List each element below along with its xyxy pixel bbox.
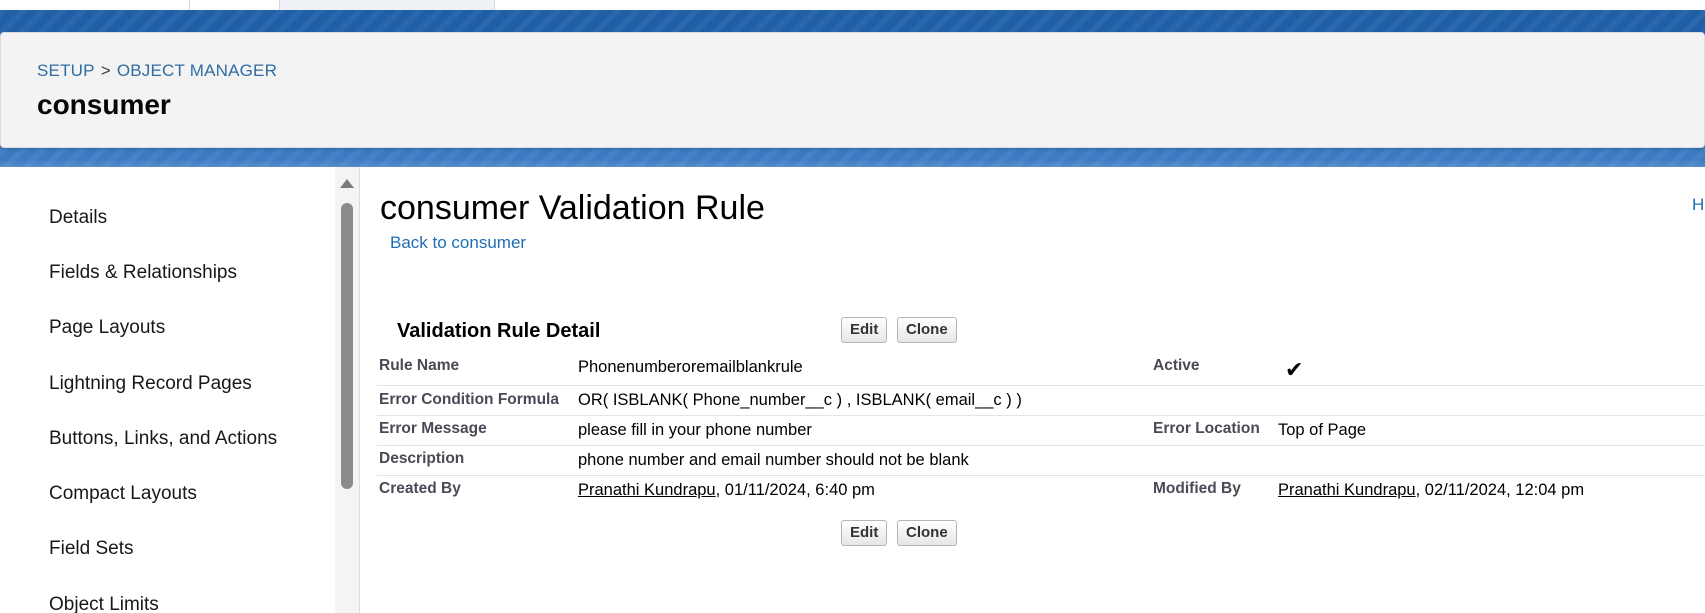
help-link[interactable]: H [1692,195,1704,215]
sidebar-item-details[interactable]: Details [49,207,107,229]
sidebar-item-object-limits[interactable]: Object Limits [49,594,159,613]
error-condition-formula-label: Error Condition Formula [379,391,559,408]
section-title: Validation Rule Detail [397,320,601,342]
active-label: Active [1153,357,1200,374]
created-by-value: Pranathi Kundrapu, 01/11/2024, 6:40 pm [578,481,875,500]
description-label: Description [379,450,465,467]
sidebar-item-page-layouts[interactable]: Page Layouts [49,317,165,339]
scroll-up-arrow-icon[interactable] [340,179,354,188]
sidebar-scrollbar[interactable] [335,167,359,613]
tab-2[interactable] [190,0,280,10]
error-location-value: Top of Page [1278,421,1367,439]
sidebar-item-buttons-links-actions[interactable]: Buttons, Links, and Actions [49,428,277,450]
row-divider [377,475,1705,476]
clone-button-top[interactable]: Clone [897,317,957,343]
validation-rule-title: consumer Validation Rule [380,189,765,227]
page-header: SETUP > OBJECT MANAGER consumer [0,32,1705,148]
description-value: phone number and email number should not… [578,451,969,469]
clone-button-bottom[interactable]: Clone [897,520,957,546]
main-panel: Details Fields & Relationships Page Layo… [0,167,1705,613]
modified-by-value: Pranathi Kundrapu, 02/11/2024, 12:04 pm [1278,481,1584,500]
scroll-thumb[interactable] [341,203,353,489]
breadcrumb-separator: > [100,61,111,80]
sidebar-item-fields-relationships[interactable]: Fields & Relationships [49,262,237,284]
created-by-label: Created By [379,480,461,497]
content-area: consumer Validation Rule Back to consume… [360,167,1705,613]
edit-button-bottom[interactable]: Edit [841,520,888,546]
breadcrumb: SETUP > OBJECT MANAGER [37,61,277,81]
breadcrumb-setup-link[interactable]: SETUP [37,61,95,80]
browser-tab-strip [0,0,1705,10]
back-to-consumer-link[interactable]: Back to consumer [390,233,526,253]
sidebar-item-compact-layouts[interactable]: Compact Layouts [49,483,197,505]
edit-button-top[interactable]: Edit [841,317,888,343]
sidebar-item-lightning-record-pages[interactable]: Lightning Record Pages [49,373,252,395]
modified-by-date: , 02/11/2024, 12:04 pm [1415,481,1585,499]
rule-name-label: Rule Name [379,357,460,374]
row-divider [377,385,1705,386]
page-title: consumer [37,89,171,120]
tab-3[interactable] [280,0,495,10]
error-condition-formula-value: OR( ISBLANK( Phone_number__c ) , ISBLANK… [578,391,1022,409]
modified-by-label: Modified By [1153,480,1241,497]
rule-name-value: Phonenumberoremailblankrule [578,358,803,376]
created-by-date: , 01/11/2024, 6:40 pm [715,481,875,499]
modified-by-user-link[interactable]: Pranathi Kundrapu [1278,481,1416,499]
sidebar: Details Fields & Relationships Page Layo… [0,167,340,613]
error-message-label: Error Message [379,420,487,437]
row-divider [377,415,1705,416]
error-message-value: please fill in your phone number [578,421,812,439]
sidebar-item-field-sets[interactable]: Field Sets [49,538,133,560]
breadcrumb-object-manager-link[interactable]: OBJECT MANAGER [117,61,277,80]
created-by-user-link[interactable]: Pranathi Kundrapu [578,481,716,499]
active-checkmark-icon: ✔ [1285,357,1304,382]
tab-1[interactable] [0,0,190,10]
row-divider [377,445,1705,446]
error-location-label: Error Location [1153,420,1260,437]
